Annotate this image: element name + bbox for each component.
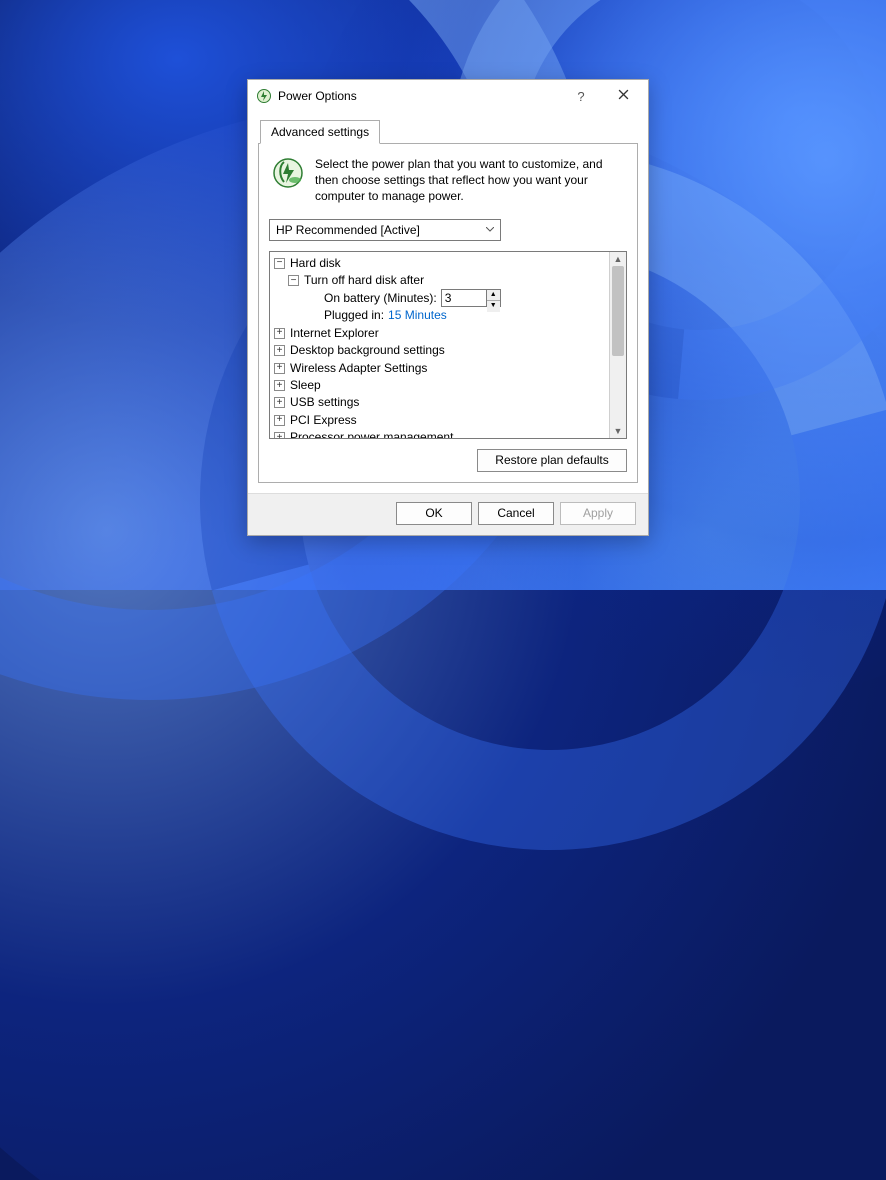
tree-item-desktop-background[interactable]: + Desktop background settings [274,342,622,359]
power-plan-select[interactable]: HP Recommended [Active] [269,219,501,241]
spinner-up-icon[interactable]: ▲ [487,290,500,301]
on-battery-label: On battery (Minutes): [324,290,437,307]
tree-item-wireless-adapter[interactable]: + Wireless Adapter Settings [274,360,622,377]
tree-item-internet-explorer[interactable]: + Internet Explorer [274,325,622,342]
restore-plan-defaults-button[interactable]: Restore plan defaults [477,449,627,472]
dialog-content: Advanced settings Select the power plan … [248,112,648,493]
tree-item-sleep[interactable]: + Sleep [274,377,622,394]
minutes-spinner[interactable]: ▲ ▼ [486,289,501,307]
tree-content: − Hard disk − Turn off hard disk after O… [270,252,626,439]
expand-icon[interactable]: + [274,432,285,438]
tree-item-processor-power[interactable]: + Processor power management [274,429,622,438]
on-battery-minutes-input[interactable] [441,289,487,307]
tab-advanced-settings[interactable]: Advanced settings [260,120,380,144]
expand-icon[interactable]: + [274,363,285,374]
tree-item-hard-disk[interactable]: − Hard disk [274,255,622,272]
close-icon [618,89,629,103]
tab-panel: Select the power plan that you want to c… [258,143,638,483]
tree-item-plugged-in[interactable]: Plugged in: 15 Minutes [274,307,622,324]
tab-strip: Advanced settings [258,120,638,144]
dialog-footer: OK Cancel Apply [248,493,648,535]
plugged-in-value[interactable]: 15 Minutes [388,307,447,324]
scroll-up-icon[interactable]: ▲ [610,252,626,266]
expand-icon[interactable]: + [274,397,285,408]
scroll-down-icon[interactable]: ▼ [610,424,626,438]
scrollbar-thumb[interactable] [612,266,624,356]
power-options-dialog: Power Options ? Advanced settings [247,79,649,536]
expand-icon[interactable]: + [274,345,285,356]
help-icon: ? [577,89,584,104]
collapse-icon[interactable]: − [288,275,299,286]
tree-item-usb-settings[interactable]: + USB settings [274,394,622,411]
collapse-icon[interactable]: − [274,258,285,269]
tree-item-on-battery: On battery (Minutes): ▲ ▼ [274,289,622,307]
plugged-in-label: Plugged in: [324,307,384,324]
expand-icon[interactable]: + [274,380,285,391]
tree-item-turn-off-hard-disk[interactable]: − Turn off hard disk after [274,272,622,289]
description-row: Select the power plan that you want to c… [269,154,627,209]
cancel-button[interactable]: Cancel [478,502,554,525]
chevron-down-icon [484,227,496,232]
expand-icon[interactable]: + [274,415,285,426]
help-button[interactable]: ? [560,81,602,111]
window-title: Power Options [278,89,357,103]
power-options-icon [256,88,272,104]
spinner-down-icon[interactable]: ▼ [487,301,500,311]
tree-scrollbar[interactable]: ▲ ▼ [609,252,626,438]
description-text: Select the power plan that you want to c… [315,156,625,205]
tree-item-pci-express[interactable]: + PCI Express [274,412,622,429]
titlebar[interactable]: Power Options ? [248,80,648,112]
apply-button[interactable]: Apply [560,502,636,525]
close-button[interactable] [602,81,644,111]
expand-icon[interactable]: + [274,328,285,339]
settings-tree: − Hard disk − Turn off hard disk after O… [269,251,627,439]
power-plan-icon [271,156,305,190]
restore-row: Restore plan defaults [269,449,627,472]
ok-button[interactable]: OK [396,502,472,525]
power-plan-selected: HP Recommended [Active] [276,223,420,237]
